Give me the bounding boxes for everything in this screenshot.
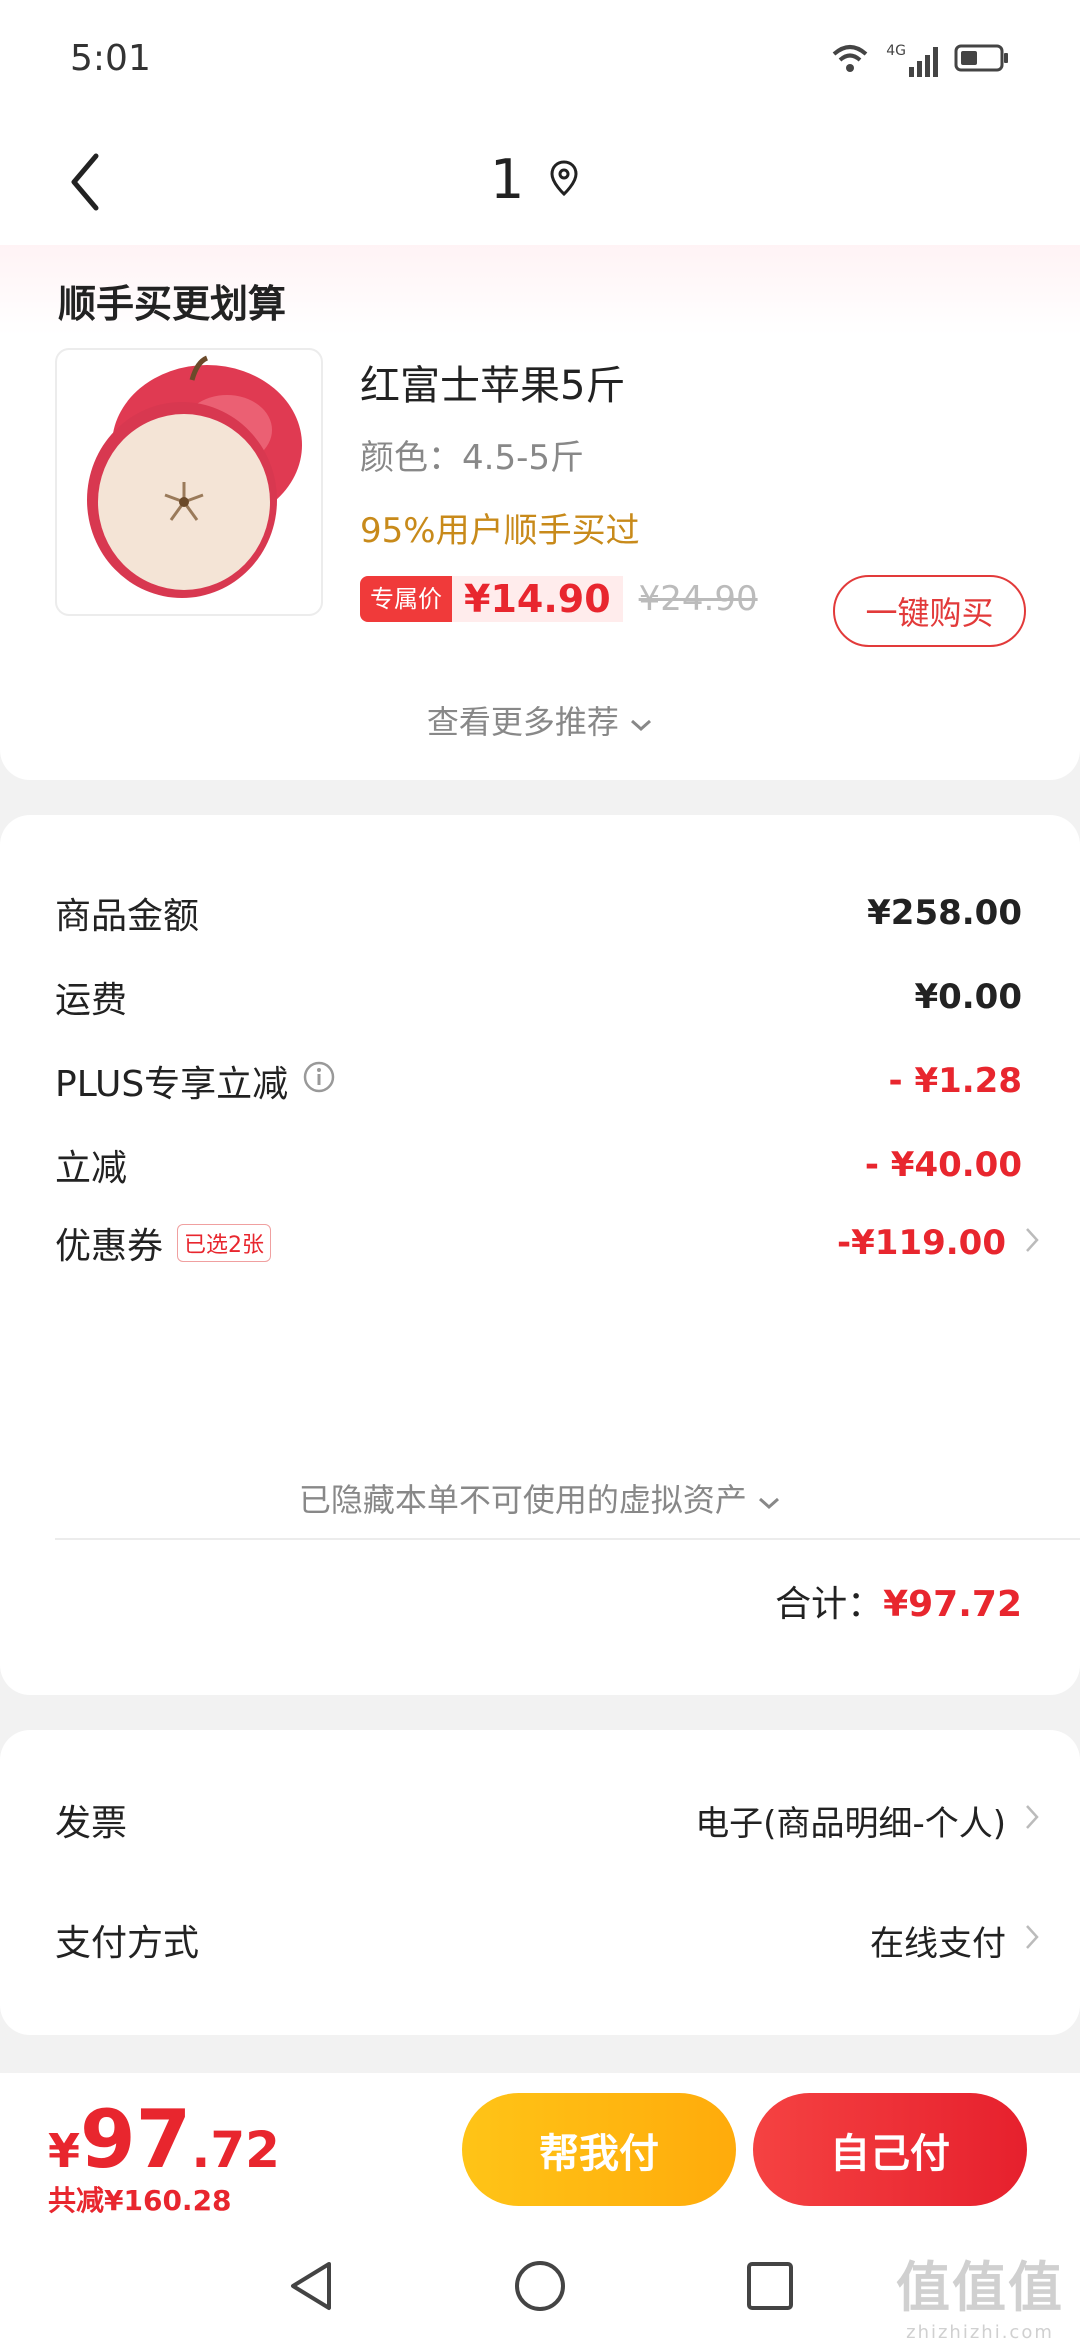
- more-recommendations-label: 查看更多推荐: [426, 703, 619, 741]
- social-proof-text: 95%用户顺手买过: [360, 511, 640, 551]
- back-arrow-icon: [71, 153, 99, 211]
- chevron-right-icon: [1024, 1223, 1040, 1263]
- invoice-value-group: 电子(商品明细-个人): [695, 1796, 1040, 1845]
- network-type-label: 4G: [886, 43, 906, 59]
- plus-discount-row: PLUS专享立减 - ¥1.28: [55, 1051, 1022, 1111]
- currency-symbol: ¥: [48, 2124, 81, 2178]
- subtotal-line: 合计：¥97.72: [775, 1575, 1022, 1627]
- shipping-row: 运费 ¥0.00: [55, 967, 1022, 1027]
- shipping-label: 运费: [55, 980, 128, 1021]
- page-title: 1: [490, 148, 525, 211]
- coupon-label: 优惠券: [55, 1226, 164, 1267]
- help-me-pay-button[interactable]: 帮我付: [462, 2093, 736, 2206]
- instant-discount-row: 立减 - ¥40.00: [55, 1135, 1022, 1195]
- original-price: ¥24.90: [638, 579, 758, 619]
- plus-discount-label-group: PLUS专享立减: [55, 1055, 336, 1107]
- nav-recents-square-icon[interactable]: [745, 2258, 795, 2318]
- payment-method-value: 在线支付: [870, 1923, 1006, 1964]
- goods-amount-row: 商品金额 ¥258.00: [55, 883, 1022, 943]
- one-click-buy-button[interactable]: 一键购买: [833, 575, 1026, 647]
- exclusive-price: ¥14.90: [452, 576, 623, 622]
- info-icon[interactable]: [302, 1060, 336, 1103]
- plus-discount-value: - ¥1.28: [888, 1061, 1023, 1101]
- shipping-value: ¥0.00: [914, 977, 1022, 1017]
- watermark: 值值值 zhizhizhi.com: [896, 2243, 1064, 2340]
- order-amount-section: 商品金额 ¥258.00 运费 ¥0.00 PLUS专享立减 - ¥1.28 立…: [0, 815, 1080, 1695]
- location-pin-icon[interactable]: [550, 160, 578, 200]
- top-nav: 1: [0, 120, 1080, 245]
- payment-method-label: 支付方式: [55, 1923, 200, 1964]
- battery-icon: [954, 42, 1010, 78]
- instant-discount-label: 立减: [55, 1148, 128, 1189]
- nav-back-triangle-icon[interactable]: [285, 2258, 335, 2318]
- wifi-icon: [830, 42, 870, 78]
- recommendation-section: 顺手买更划算 红富士苹果5斤 颜色：4.5-5斤 95%用户顺手买过 专属价 ¥…: [0, 245, 1080, 780]
- nav-home-circle-icon[interactable]: [512, 2258, 568, 2318]
- status-time: 5:01: [70, 38, 151, 79]
- hidden-assets-label: 已隐藏本单不可使用的虚拟资产: [298, 1481, 747, 1519]
- cellular-signal-icon: 4G: [886, 43, 938, 77]
- back-button[interactable]: [55, 142, 115, 222]
- grand-total: ¥ 97 .72: [48, 2093, 280, 2186]
- chevron-down-icon: [757, 1481, 781, 1519]
- subtotal-value: ¥97.72: [883, 1584, 1022, 1625]
- grand-total-integer: 97: [80, 2093, 192, 2186]
- exclusive-price-badge: 专属价: [360, 576, 452, 622]
- payment-method-row[interactable]: 支付方式 在线支付: [55, 1910, 1040, 1970]
- recommendation-heading: 顺手买更划算: [58, 282, 287, 326]
- goods-amount-label: 商品金额: [55, 896, 200, 937]
- chevron-down-icon: [629, 703, 653, 741]
- subtotal-label: 合计：: [775, 1584, 884, 1625]
- coupon-value-group: -¥119.00: [837, 1223, 1040, 1263]
- product-image[interactable]: [55, 348, 323, 616]
- pay-myself-button[interactable]: 自己付: [753, 2093, 1027, 2206]
- goods-amount-value: ¥258.00: [867, 893, 1022, 933]
- grand-total-decimal: .72: [191, 2121, 280, 2179]
- status-bar: 5:01 4G: [0, 0, 1080, 120]
- product-spec: 颜色：4.5-5斤: [360, 438, 584, 478]
- status-icons: 4G: [830, 40, 1010, 80]
- watermark-url: zhizhizhi.com: [906, 2322, 1054, 2340]
- chevron-right-icon: [1024, 1920, 1040, 1960]
- invoice-value: 电子(商品明细-个人): [695, 1803, 1006, 1844]
- payment-method-value-group: 在线支付: [870, 1916, 1040, 1965]
- payment-section: 发票 电子(商品明细-个人) 支付方式 在线支付: [0, 1730, 1080, 2035]
- coupon-label-group: 优惠券 已选2张: [55, 1217, 272, 1269]
- product-name[interactable]: 红富士苹果5斤: [360, 353, 625, 411]
- plus-discount-label: PLUS专享立减: [55, 1064, 289, 1105]
- more-recommendations-link[interactable]: 查看更多推荐: [0, 697, 1080, 743]
- coupon-row[interactable]: 优惠券 已选2张 -¥119.00: [55, 1213, 1040, 1273]
- hidden-assets-toggle[interactable]: 已隐藏本单不可使用的虚拟资产: [0, 1475, 1080, 1521]
- checkout-bar: ¥ 97 .72 共减¥160.28 帮我付 自己付 值值值 zhizhizhi…: [0, 2073, 1080, 2340]
- divider: [55, 1538, 1080, 1540]
- invoice-label: 发票: [55, 1803, 128, 1844]
- instant-discount-value: - ¥40.00: [864, 1145, 1022, 1185]
- chevron-right-icon: [1024, 1800, 1040, 1840]
- price-row: 专属价 ¥14.90 ¥24.90: [360, 573, 758, 625]
- coupon-selected-badge: 已选2张: [177, 1224, 272, 1262]
- total-saved: 共减¥160.28: [48, 2184, 232, 2217]
- watermark-logo: 值值值: [896, 2256, 1064, 2319]
- invoice-row[interactable]: 发票 电子(商品明细-个人): [55, 1790, 1040, 1850]
- coupon-value: -¥119.00: [837, 1223, 1006, 1263]
